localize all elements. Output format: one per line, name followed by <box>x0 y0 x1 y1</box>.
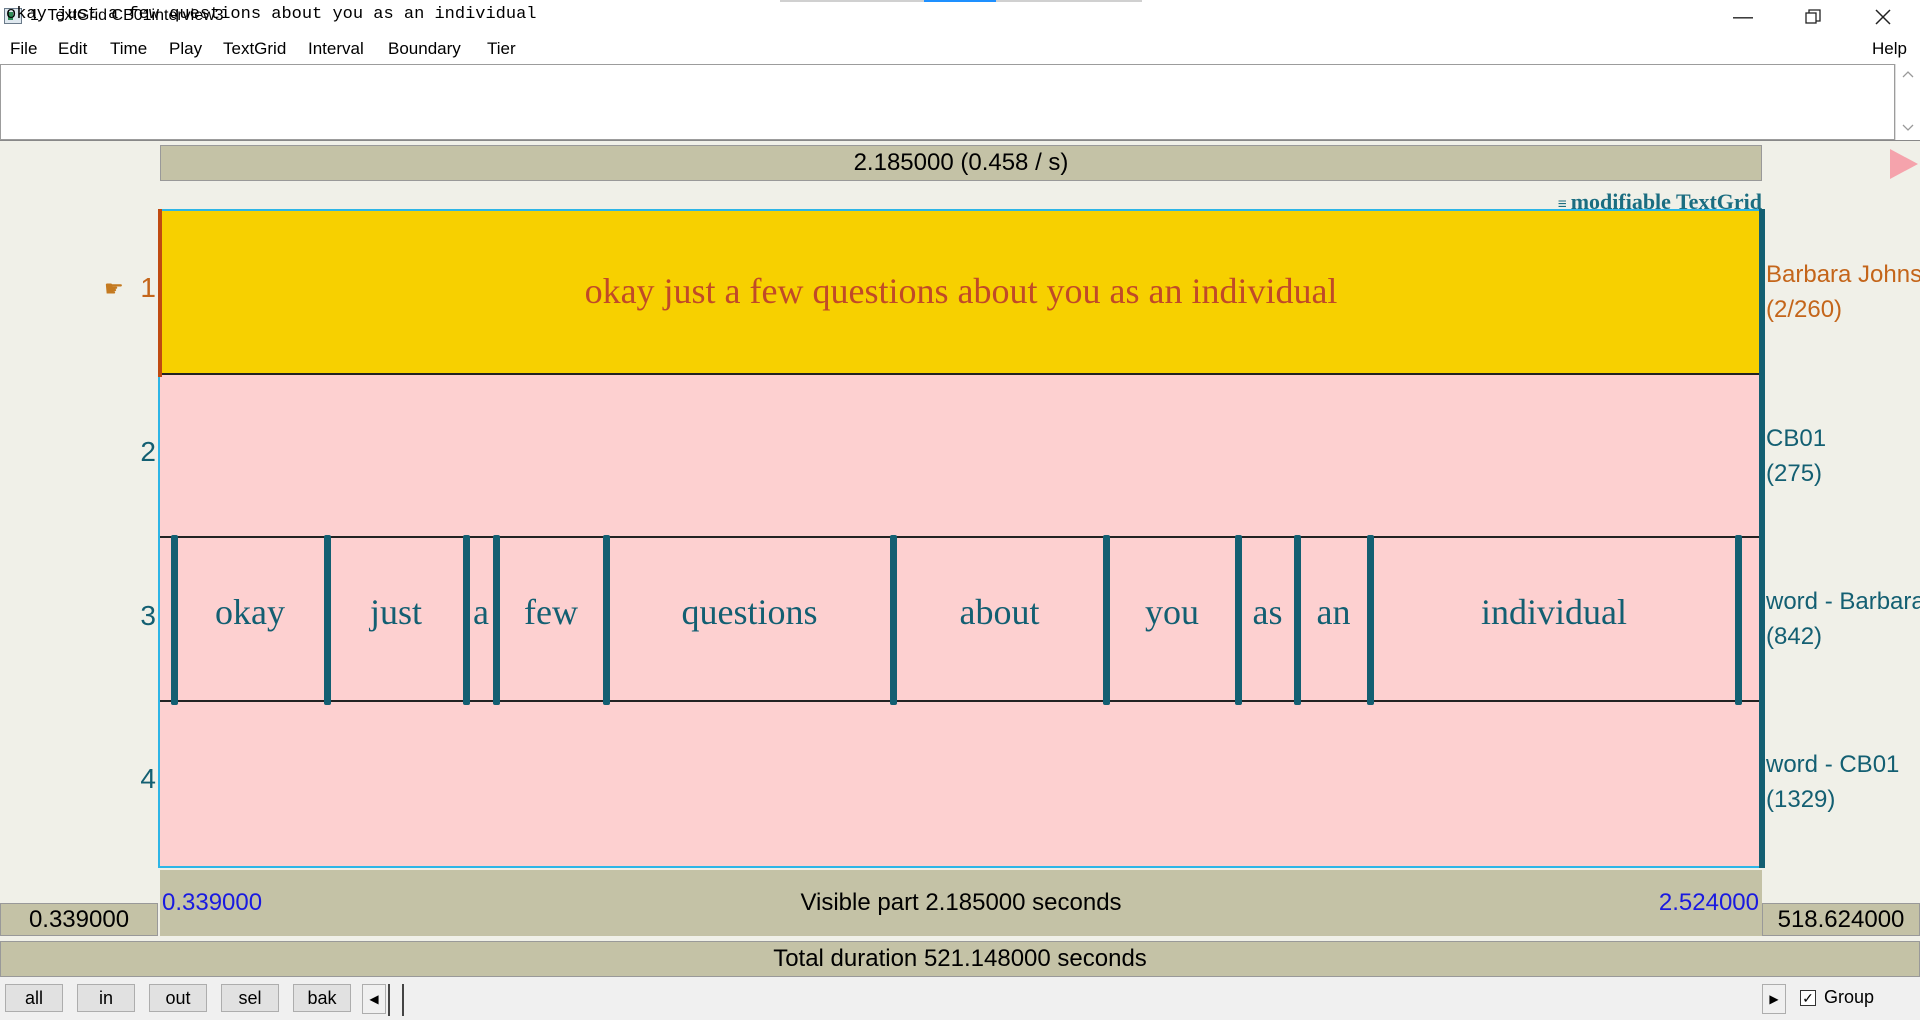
group-label[interactable]: Group <box>1824 987 1874 1008</box>
zoom-out-button[interactable]: out <box>149 984 207 1012</box>
tier-1-number[interactable]: 1 <box>100 272 156 304</box>
menu-bar <box>0 34 1920 64</box>
text-scrollbar[interactable] <box>1895 64 1920 140</box>
interval-text-field[interactable] <box>0 64 1895 140</box>
group-checkbox[interactable]: ✓ <box>1800 990 1816 1006</box>
visible-part-label: Visible part 2.185000 seconds <box>800 889 1122 916</box>
menu-tier[interactable]: Tier <box>487 39 516 59</box>
menu-file[interactable]: File <box>10 39 37 59</box>
left-outside-time[interactable]: 0.339000 <box>0 903 158 936</box>
tier-4-count: (1329) <box>1766 786 1836 813</box>
tier-1-count: (2/260) <box>1766 296 1843 323</box>
word-interval[interactable]: a <box>467 591 495 633</box>
minimize-icon: — <box>1733 5 1753 28</box>
word-interval[interactable]: questions <box>607 591 892 633</box>
close-icon <box>1875 9 1891 25</box>
zoom-all-button[interactable]: all <box>5 984 63 1012</box>
play-triangle-icon[interactable] <box>1890 149 1918 179</box>
scroll-right-button[interactable]: ▶ <box>1762 984 1786 1014</box>
word-interval[interactable]: few <box>497 591 605 633</box>
tier-1-name-label: Barbara Johns <box>1766 261 1920 288</box>
tier-3-name: word - Barbara (842) <box>1766 584 1920 654</box>
total-duration-bar[interactable]: Total duration 521.148000 seconds <box>0 941 1920 977</box>
right-outside-time[interactable]: 518.624000 <box>1762 903 1920 936</box>
triangle-right-icon: ▶ <box>1769 992 1779 1006</box>
horizontal-scrollbar[interactable] <box>405 984 1755 1014</box>
word-interval[interactable]: individual <box>1371 591 1737 633</box>
interval-text-value[interactable]: okay just a few questions about you as a… <box>6 5 537 24</box>
word-interval[interactable]: about <box>894 591 1105 633</box>
menu-textgrid[interactable]: TextGrid <box>223 39 286 59</box>
word-interval[interactable]: okay <box>175 591 325 633</box>
close-button[interactable] <box>1854 0 1912 34</box>
scroll-left-button[interactable]: ◀ <box>362 984 386 1014</box>
restore-icon <box>1805 9 1821 24</box>
scroll-up-icon[interactable] <box>1902 70 1914 78</box>
menu-play[interactable]: Play <box>169 39 202 59</box>
tier-3-name-label: word - Barbara <box>1766 588 1920 615</box>
tier-2-name: CB01 (275) <box>1766 421 1826 491</box>
tier-2-number[interactable]: 2 <box>100 436 156 468</box>
tier-3-count: (842) <box>1766 623 1823 650</box>
selection-duration-bar[interactable]: 2.185000 (0.458 / s) <box>160 145 1762 181</box>
tier-3-number[interactable]: 3 <box>100 600 156 632</box>
tier-4-number[interactable]: 4 <box>100 763 156 795</box>
zoom-back-button[interactable]: bak <box>293 984 351 1012</box>
word-interval[interactable]: just <box>328 591 464 633</box>
zoom-in-button[interactable]: in <box>77 984 135 1012</box>
menu-boundary[interactable]: Boundary <box>388 39 461 59</box>
tier-2-count: (275) <box>1766 460 1823 487</box>
menu-interval[interactable]: Interval <box>308 39 364 59</box>
menu-edit[interactable]: Edit <box>58 39 87 59</box>
menu-help[interactable]: Help <box>1872 39 1907 59</box>
minimize-button[interactable]: — <box>1714 0 1772 34</box>
tier-4-name: word - CB01 (1329) <box>1766 747 1899 817</box>
zoom-selection-button[interactable]: sel <box>221 984 279 1012</box>
scroll-down-icon[interactable] <box>1902 124 1914 132</box>
checkmark-icon: ✓ <box>1802 990 1814 1006</box>
restore-button[interactable] <box>1784 0 1842 34</box>
title-accent <box>924 0 996 2</box>
tier-1-name: Barbara Johns (2/260) <box>1766 257 1920 327</box>
tier-2-name-label: CB01 <box>1766 425 1827 452</box>
visible-end-time: 2.524000 <box>1658 889 1759 916</box>
menu-time[interactable]: Time <box>110 39 147 59</box>
word-interval[interactable]: you <box>1107 591 1237 633</box>
word-interval[interactable]: as <box>1239 591 1296 633</box>
triangle-left-icon: ◀ <box>369 992 379 1006</box>
tier-4-name-label: word - CB01 <box>1766 751 1900 778</box>
tier-1-interval-text[interactable]: okay just a few questions about you as a… <box>160 270 1762 312</box>
word-interval[interactable]: an <box>1298 591 1369 633</box>
scrollbar-thumb[interactable] <box>388 984 404 1016</box>
